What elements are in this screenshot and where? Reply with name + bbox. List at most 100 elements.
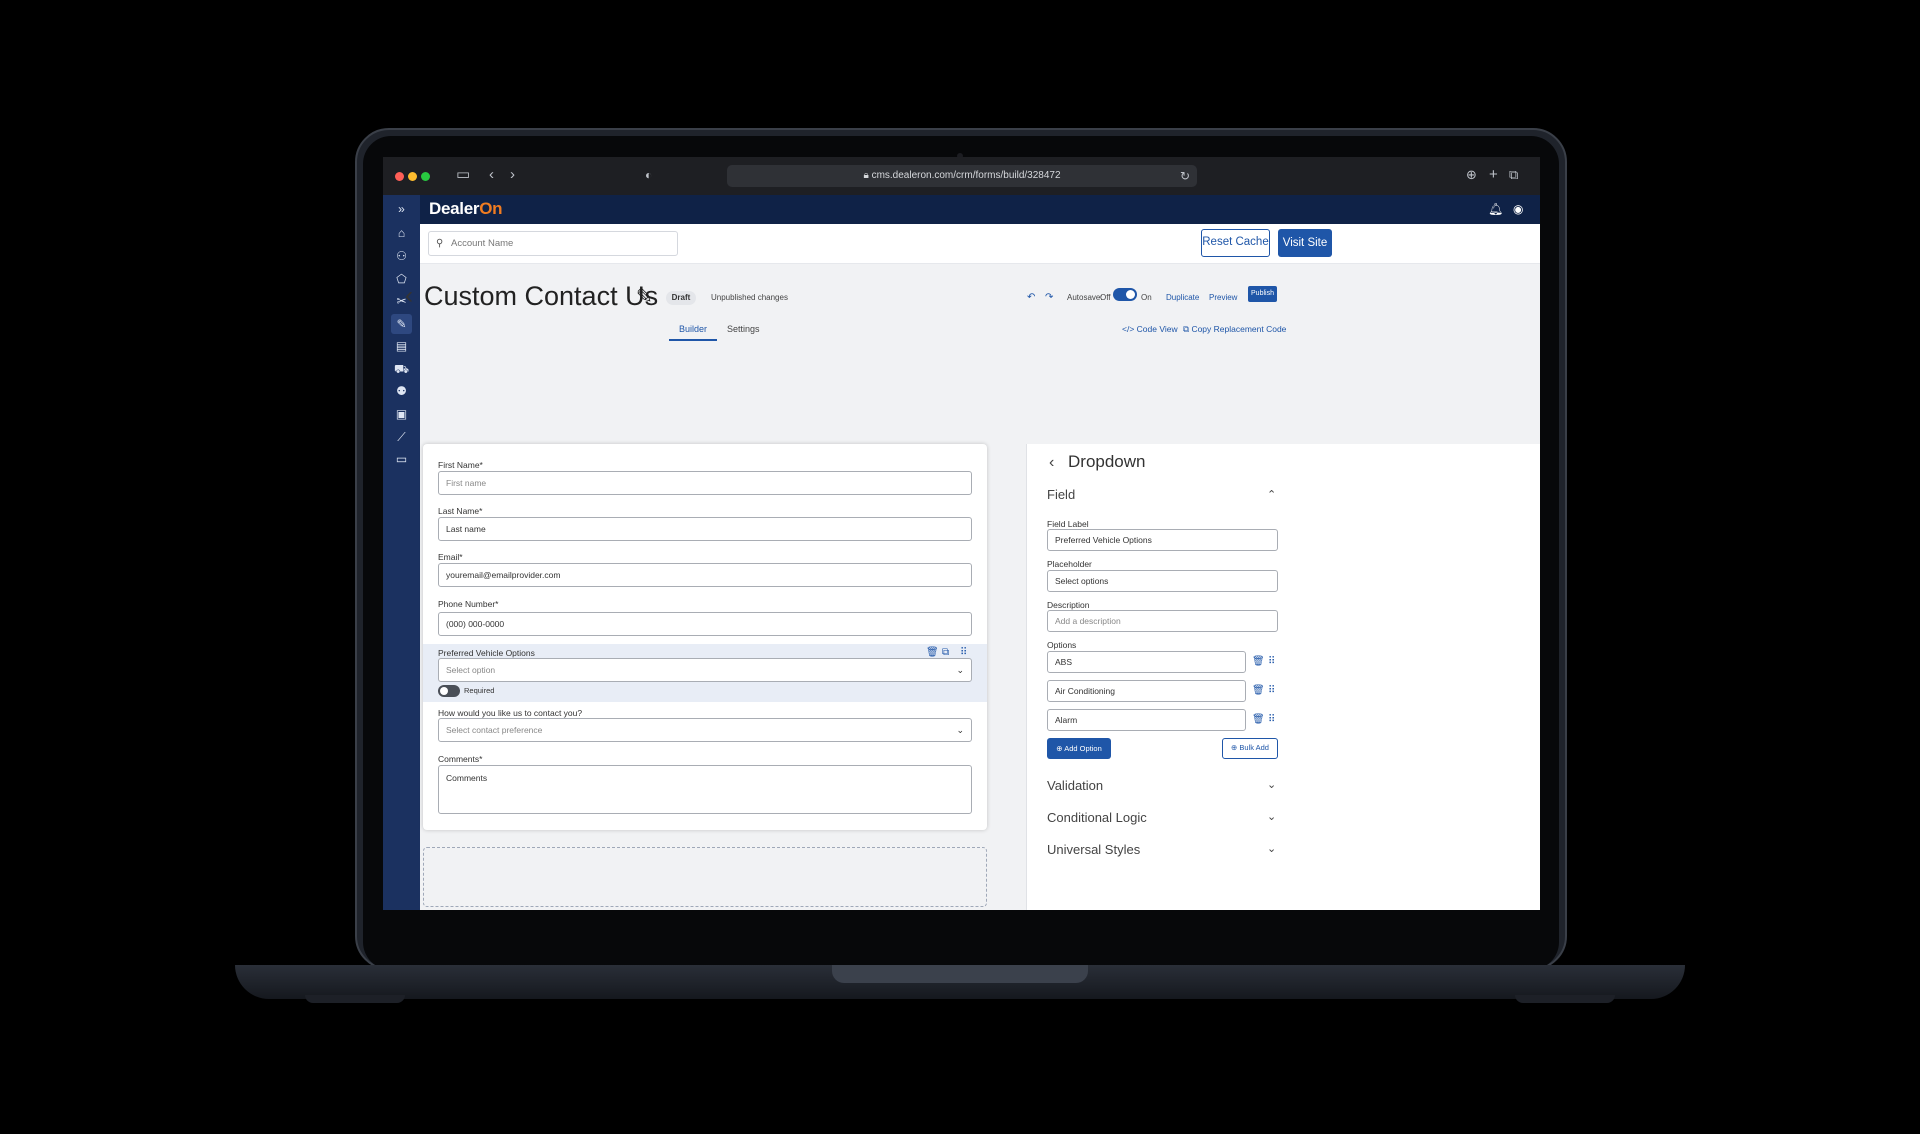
search-icon: ⚲ [436, 238, 444, 249]
sidebar: » ⌂ ⚇ ⬠ ✂ ✎ ▤ ⛟ ⚉ ▣ ⟋ ▭ [383, 195, 420, 910]
contact-preference-label: How would you like us to contact you? [438, 708, 583, 718]
user-settings-icon[interactable]: ⚇ [391, 246, 412, 266]
home-icon[interactable]: ⌂ [391, 223, 412, 243]
edit-title-icon[interactable]: ✎ [636, 284, 653, 309]
chevron-down-icon[interactable]: ⌄ [1267, 810, 1276, 823]
phone-field[interactable]: (000) 000-0000 [438, 612, 972, 636]
drag-handle-icon[interactable]: ⠿ [1268, 685, 1275, 696]
chevron-down-icon[interactable]: ⌄ [1267, 842, 1276, 855]
chevron-down-icon[interactable]: ⌄ [1267, 778, 1276, 791]
last-name-field[interactable]: Last name [438, 517, 972, 541]
car-icon[interactable]: ⛟ [391, 359, 412, 379]
document-icon[interactable]: ▤ [391, 336, 412, 356]
vehicle-options-placeholder: Select option [446, 665, 496, 675]
last-name-label: Last Name* [438, 506, 483, 516]
app-header: DealerOn 🔔︎ ◉ [383, 195, 1540, 224]
chevron-up-icon[interactable]: ⌃ [1267, 488, 1276, 501]
undo-icon[interactable]: ↶ [1027, 292, 1035, 303]
duplicate-link[interactable]: Duplicate [1166, 293, 1199, 302]
option-input[interactable]: Air Conditioning [1047, 680, 1246, 702]
delete-option-icon[interactable]: 🗑︎ [1252, 656, 1265, 667]
reset-cache-button[interactable]: Reset Cache [1201, 229, 1270, 257]
builder-canvas: First Name* First name Last Name* Last n… [420, 444, 1026, 910]
email-field[interactable]: youremail@emailprovider.com [438, 563, 972, 587]
vehicle-options-select[interactable]: Select option ⌄ [438, 658, 972, 682]
tab-builder[interactable]: Builder [679, 324, 707, 334]
dealeron-logo[interactable]: DealerOn [429, 199, 503, 219]
drag-handle-icon[interactable]: ⠿ [960, 647, 967, 658]
delete-option-icon[interactable]: 🗑︎ [1252, 685, 1265, 696]
universal-styles-section-header[interactable]: Universal Styles [1047, 842, 1140, 857]
forward-icon[interactable]: › [510, 166, 515, 184]
panel-back-icon[interactable]: ‹ [1049, 454, 1054, 472]
analytics-icon[interactable]: ⟋ [391, 427, 412, 447]
search-placeholder: Account Name [451, 238, 514, 249]
add-section-dropzone[interactable] [423, 847, 987, 907]
field-label-input[interactable]: Preferred Vehicle Options [1047, 529, 1278, 551]
laptop-notch [832, 965, 1088, 983]
video-icon[interactable]: ▭ [391, 449, 412, 469]
top-toolbar: ⚲ Account Name Reset Cache Visit Site [420, 224, 1540, 264]
shield-icon[interactable]: ◐ [645, 166, 652, 184]
placeholder-input[interactable]: Select options [1047, 570, 1278, 592]
duplicate-field-icon[interactable]: ⧉ [942, 647, 949, 658]
back-chevron-icon[interactable]: ‹ [405, 282, 413, 310]
preview-link[interactable]: Preview [1209, 293, 1237, 302]
close-window-button[interactable] [395, 172, 404, 181]
delete-option-icon[interactable]: 🗑︎ [1252, 714, 1265, 725]
option-input[interactable]: Alarm [1047, 709, 1246, 731]
copy-replacement-code-link[interactable]: ⧉ Copy Replacement Code [1183, 324, 1286, 335]
tab-settings[interactable]: Settings [727, 324, 760, 334]
tabs-overview-icon[interactable]: ⧉ [1509, 166, 1518, 184]
autosave-label: Autosave: [1067, 293, 1103, 302]
status-badge: Draft [666, 291, 696, 305]
new-tab-icon[interactable]: + [1489, 166, 1498, 184]
laptop-foot [1515, 995, 1615, 1003]
options-label: Options [1047, 640, 1077, 650]
comments-label: Comments* [438, 754, 483, 764]
active-tab-indicator [669, 339, 717, 341]
browser-toolbar: ▭ ‹ › ◐ 🔒︎ cms.dealeron.com/crm/forms/bu… [383, 157, 1540, 195]
bell-icon[interactable]: 🔔︎ [1488, 202, 1503, 216]
account-search-input[interactable]: ⚲ Account Name [428, 231, 678, 256]
form-preview-card: First Name* First name Last Name* Last n… [423, 444, 987, 830]
sidebar-toggle-icon[interactable]: ▭ [456, 166, 470, 184]
drag-handle-icon[interactable]: ⠿ [1268, 714, 1275, 725]
laptop-foot [305, 995, 405, 1003]
address-bar[interactable]: 🔒︎ cms.dealeron.com/crm/forms/build/3284… [727, 165, 1197, 187]
code-view-link[interactable]: </> Code View [1122, 324, 1178, 334]
minimize-window-button[interactable] [408, 172, 417, 181]
description-input[interactable]: Add a description [1047, 610, 1278, 632]
user-account-icon[interactable]: ◉ [1513, 202, 1523, 216]
maximize-window-button[interactable] [421, 172, 430, 181]
first-name-field[interactable]: First name [438, 471, 972, 495]
contact-preference-placeholder: Select contact preference [446, 725, 543, 735]
bulk-add-button[interactable]: ⊕ Bulk Add [1222, 738, 1278, 759]
forms-edit-icon[interactable]: ✎ [391, 314, 412, 334]
expand-sidebar-icon[interactable]: » [391, 199, 412, 219]
back-icon[interactable]: ‹ [489, 166, 494, 184]
url-text: cms.dealeron.com/crm/forms/build/328472 [871, 170, 1061, 181]
field-label-label: Field Label [1047, 519, 1089, 529]
download-icon[interactable]: ⊕ [1466, 166, 1477, 184]
validation-section-header[interactable]: Validation [1047, 778, 1103, 793]
users-icon[interactable]: ⚉ [391, 381, 412, 401]
option-input[interactable]: ABS [1047, 651, 1246, 673]
redo-icon[interactable]: ↷ [1045, 292, 1053, 303]
drag-handle-icon[interactable]: ⠿ [1268, 656, 1275, 667]
conditional-logic-section-header[interactable]: Conditional Logic [1047, 810, 1147, 825]
placeholder-label: Placeholder [1047, 559, 1092, 569]
visit-site-button[interactable]: Visit Site [1278, 229, 1332, 257]
add-option-button[interactable]: ⊕ Add Option [1047, 738, 1111, 759]
publish-button[interactable]: Publish [1248, 286, 1277, 302]
required-toggle[interactable] [438, 685, 460, 697]
required-label: Required [464, 686, 495, 695]
reload-icon[interactable]: ↻ [1180, 165, 1190, 187]
autosave-toggle[interactable] [1113, 288, 1137, 301]
comments-textarea[interactable]: Comments [438, 765, 972, 814]
delete-field-icon[interactable]: 🗑︎ [926, 647, 939, 658]
image-icon[interactable]: ▣ [391, 404, 412, 424]
field-section-header[interactable]: Field [1047, 487, 1075, 502]
screen: ▭ ‹ › ◐ 🔒︎ cms.dealeron.com/crm/forms/bu… [383, 157, 1540, 910]
contact-preference-select[interactable]: Select contact preference ⌄ [438, 718, 972, 742]
